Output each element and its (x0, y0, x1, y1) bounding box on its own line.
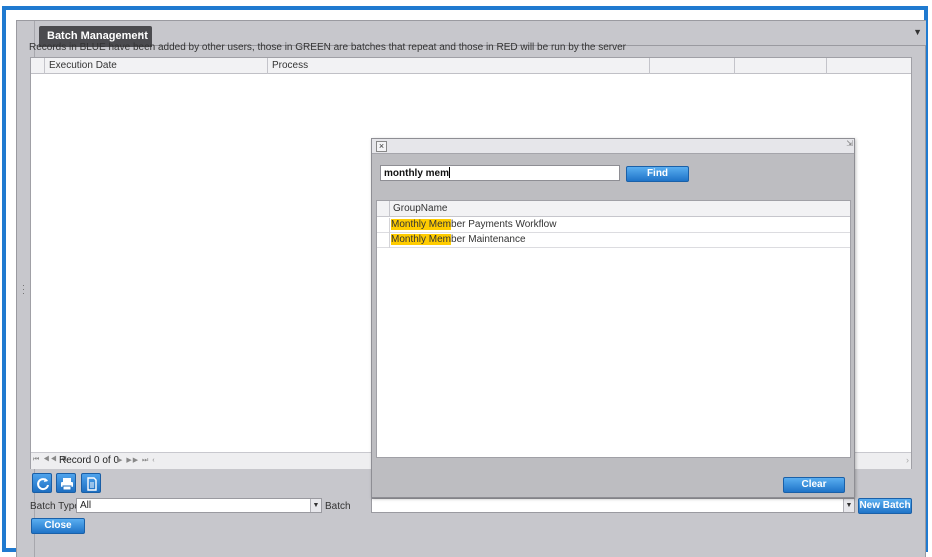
print-icon (61, 478, 73, 491)
search-popup: × ⇲ monthly mem Find GroupName Monthly M… (371, 138, 855, 498)
grid-column-process[interactable]: Process (267, 58, 649, 74)
document-button[interactable] (81, 473, 101, 493)
find-button[interactable]: Find (626, 166, 689, 182)
print-button[interactable] (56, 473, 76, 493)
grid-column-4[interactable] (734, 58, 826, 74)
batch-type-value: All (80, 500, 92, 511)
table-row[interactable]: Monthly Member Maintenance (377, 233, 850, 248)
row-groupname: Monthly Member Maintenance (391, 234, 526, 245)
scroll-right-icon[interactable]: › (906, 455, 909, 465)
search-input-value: monthly mem (384, 168, 450, 179)
close-button[interactable]: Close (31, 518, 85, 534)
grid-header: Execution Date Process (31, 58, 911, 74)
batch-type-label: Batch Type (30, 501, 80, 512)
grid-select-column (31, 58, 44, 74)
results-grid[interactable]: GroupName Monthly Member Payments Workfl… (376, 200, 851, 458)
pager-nav-next-icon[interactable]: ▶ ▶▶ ⏭ ‹ (117, 456, 156, 465)
results-header: GroupName (377, 201, 850, 217)
grid-column-3[interactable] (649, 58, 734, 74)
row-groupname: Monthly Member Payments Workflow (391, 219, 556, 230)
batch-select[interactable]: ▼ (371, 498, 855, 513)
text-caret (449, 167, 451, 178)
results-column-groupname[interactable]: GroupName (393, 203, 447, 214)
document-icon (87, 477, 97, 491)
chevron-down-icon[interactable]: ▼ (843, 499, 854, 512)
tab-close-icon[interactable]: × (138, 29, 144, 41)
row-text-rest: ber Maintenance (451, 234, 526, 245)
popup-resize-icon[interactable]: ⇲ (846, 139, 853, 148)
pager-record-count: Record 0 of 0 (59, 455, 120, 466)
row-selector[interactable] (377, 233, 390, 248)
popup-close-icon[interactable]: × (376, 141, 387, 152)
tab-menu-icon[interactable]: ▼ (913, 27, 922, 37)
refresh-icon (37, 478, 49, 491)
match-highlight: Monthly Mem (391, 234, 452, 245)
results-select-column (377, 201, 390, 217)
tab-label: Batch Management (47, 30, 148, 42)
refresh-button[interactable] (32, 473, 52, 493)
row-text-rest: ber Payments Workflow (451, 219, 557, 230)
batch-type-select[interactable]: All ▼ (76, 498, 322, 513)
batch-label: Batch (325, 501, 351, 512)
clear-button[interactable]: Clear (783, 477, 845, 493)
search-input[interactable]: monthly mem (380, 165, 620, 181)
grid-column-5[interactable] (826, 58, 911, 74)
legend-notice: Records in BLUE have been added by other… (29, 42, 626, 53)
grid-column-execution-date[interactable]: Execution Date (44, 58, 267, 74)
popup-titlebar[interactable]: × ⇲ (372, 139, 854, 154)
match-highlight: Monthly Mem (391, 219, 452, 230)
chevron-down-icon[interactable]: ▼ (310, 499, 321, 512)
new-batch-button[interactable]: New Batch (858, 498, 912, 514)
row-selector[interactable] (377, 218, 390, 233)
splitter-grip-icon: · · · (22, 280, 25, 298)
table-row[interactable]: Monthly Member Payments Workflow (377, 218, 850, 233)
